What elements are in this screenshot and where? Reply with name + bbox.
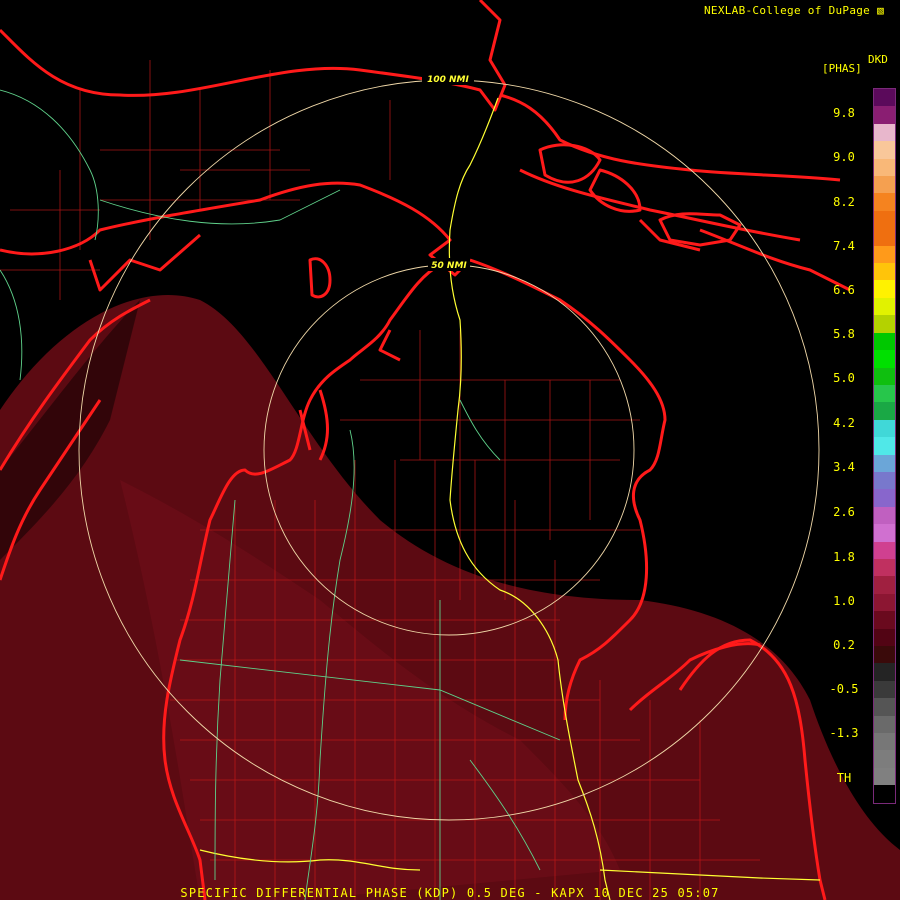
color-swatch: [874, 402, 895, 420]
color-swatch: [874, 646, 895, 664]
color-swatch: [874, 471, 895, 490]
color-scale-tick-label: 6.6: [833, 283, 855, 297]
color-scale-tick-label: 9.8: [833, 106, 855, 120]
color-scale-tick-label: -0.5: [829, 682, 859, 696]
color-scale-tick-label: 1.0: [833, 594, 855, 608]
color-swatch: [874, 489, 895, 507]
color-scale-tick-label: 0.2: [833, 638, 855, 652]
color-swatch: [874, 750, 895, 768]
color-swatch: [874, 280, 895, 298]
color-swatch: [874, 245, 895, 264]
color-swatch: [874, 663, 895, 681]
credit-label: NEXLAB-College of DuPage ▧: [704, 4, 884, 17]
product-caption: SPECIFIC DIFFERENTIAL PHASE (KDP) 0.5 DE…: [180, 886, 720, 900]
color-swatch: [874, 785, 895, 803]
color-swatch: [874, 106, 895, 124]
credit-text: NEXLAB-College of DuPage: [703, 4, 871, 17]
color-swatch: [874, 367, 895, 385]
color-swatch: [874, 332, 895, 351]
color-swatch: [874, 89, 895, 107]
color-swatch: [874, 767, 895, 786]
color-swatch: [874, 350, 895, 368]
color-scale-tick-label: -1.3: [829, 726, 859, 740]
color-swatch: [874, 263, 895, 281]
color-swatch: [874, 297, 895, 316]
color-swatch: [874, 576, 895, 594]
color-scale-tick-label: 5.0: [833, 371, 855, 385]
color-swatch: [874, 558, 895, 577]
color-swatch: [874, 593, 895, 612]
color-swatch: [874, 193, 895, 211]
color-swatch: [874, 419, 895, 438]
color-scale-tick-label: TH: [836, 771, 852, 785]
color-swatch: [874, 437, 895, 455]
color-swatch: [874, 141, 895, 159]
color-swatch: [874, 541, 895, 559]
radar-map: 100 NMI 50 NMI: [0, 0, 900, 900]
color-scale-tick-label: 9.0: [833, 150, 855, 164]
color-swatch: [874, 698, 895, 716]
radar-echo-field: [0, 294, 900, 900]
range-ring-label-100: 100 NMI: [427, 75, 469, 85]
color-scale-tick-label: 1.8: [833, 550, 855, 564]
color-scale-tick-label: 3.4: [833, 460, 855, 474]
unit-label: [PHAS]: [822, 62, 862, 75]
color-swatch: [874, 123, 895, 142]
color-swatch: [874, 384, 895, 403]
color-swatch: [874, 506, 895, 525]
color-scale-tick-label: 4.2: [833, 416, 855, 430]
color-swatch: [874, 715, 895, 734]
color-scale-tick-label: 2.6: [833, 505, 855, 519]
color-swatch: [874, 628, 895, 646]
nexlab-logo-icon: ▧: [877, 4, 884, 17]
color-swatch: [874, 733, 895, 751]
range-ring-label-50: 50 NMI: [431, 261, 467, 271]
color-swatch: [874, 176, 895, 194]
color-swatch: [874, 680, 895, 699]
color-swatch: [874, 611, 895, 629]
color-swatch: [874, 315, 895, 333]
color-swatch: [874, 210, 895, 229]
color-swatch: [874, 524, 895, 542]
color-scale-tick-label: 5.8: [833, 327, 855, 341]
color-swatch: [874, 228, 895, 246]
color-scale-tick-label: 8.2: [833, 195, 855, 209]
color-swatch: [874, 158, 895, 177]
product-code: DKD: [868, 53, 888, 66]
color-swatch: [874, 454, 895, 472]
color-scale-bar: [873, 88, 896, 804]
color-scale-tick-label: 7.4: [833, 239, 855, 253]
